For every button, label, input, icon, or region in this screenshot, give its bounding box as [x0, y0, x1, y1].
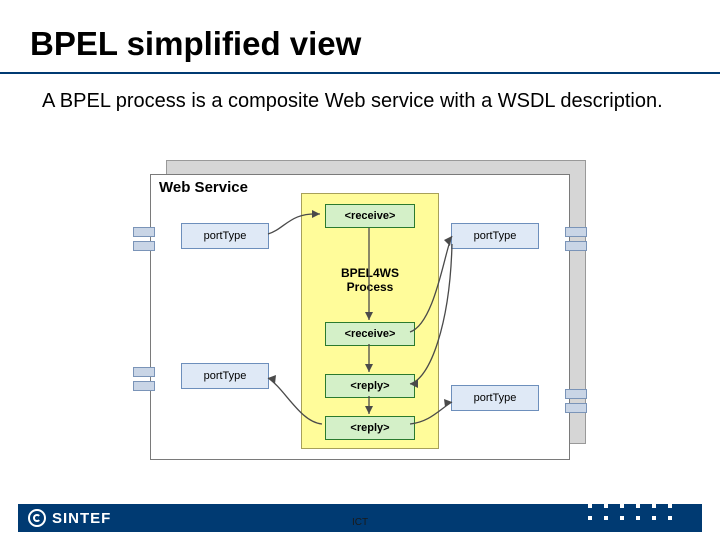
- web-service-panel: Web Service <receive> BPEL4WS Process <r…: [150, 174, 570, 460]
- connector-stub: [565, 389, 587, 399]
- body-text: A BPEL process is a composite Web servic…: [42, 88, 672, 115]
- connector-stub: [133, 241, 155, 251]
- diagram: Web Service <receive> BPEL4WS Process <r…: [150, 160, 586, 460]
- port-type-left-2: portType: [181, 363, 269, 389]
- bpel-label-line1: BPEL4WS: [341, 266, 399, 280]
- bpel-label-line2: Process: [347, 280, 394, 294]
- footer-center-label: ICT: [352, 517, 368, 528]
- bpel-process-label: BPEL4WS Process: [302, 267, 438, 295]
- slide-title: BPEL simplified view: [30, 25, 361, 63]
- activity-reply-1: <reply>: [325, 374, 415, 398]
- sintef-logo-icon: [28, 509, 46, 527]
- connector-stub: [133, 381, 155, 391]
- title-underline: [0, 72, 720, 74]
- connector-stub: [133, 367, 155, 377]
- footer-dot-grid: [588, 492, 676, 524]
- port-type-left-1: portType: [181, 223, 269, 249]
- activity-receive-1: <receive>: [325, 204, 415, 228]
- port-type-right-2: portType: [451, 385, 539, 411]
- bpel-process-box: <receive> BPEL4WS Process <receive> <rep…: [301, 193, 439, 449]
- connector-stub: [565, 241, 587, 251]
- slide: BPEL simplified view A BPEL process is a…: [0, 0, 720, 540]
- web-service-label: Web Service: [159, 179, 248, 196]
- sintef-logo-text: SINTEF: [52, 510, 111, 527]
- port-type-right-1: portType: [451, 223, 539, 249]
- sintef-logo: SINTEF: [28, 509, 111, 527]
- connector-stub: [133, 227, 155, 237]
- activity-receive-2: <receive>: [325, 322, 415, 346]
- connector-stub: [565, 227, 587, 237]
- connector-stub: [565, 403, 587, 413]
- activity-reply-2: <reply>: [325, 416, 415, 440]
